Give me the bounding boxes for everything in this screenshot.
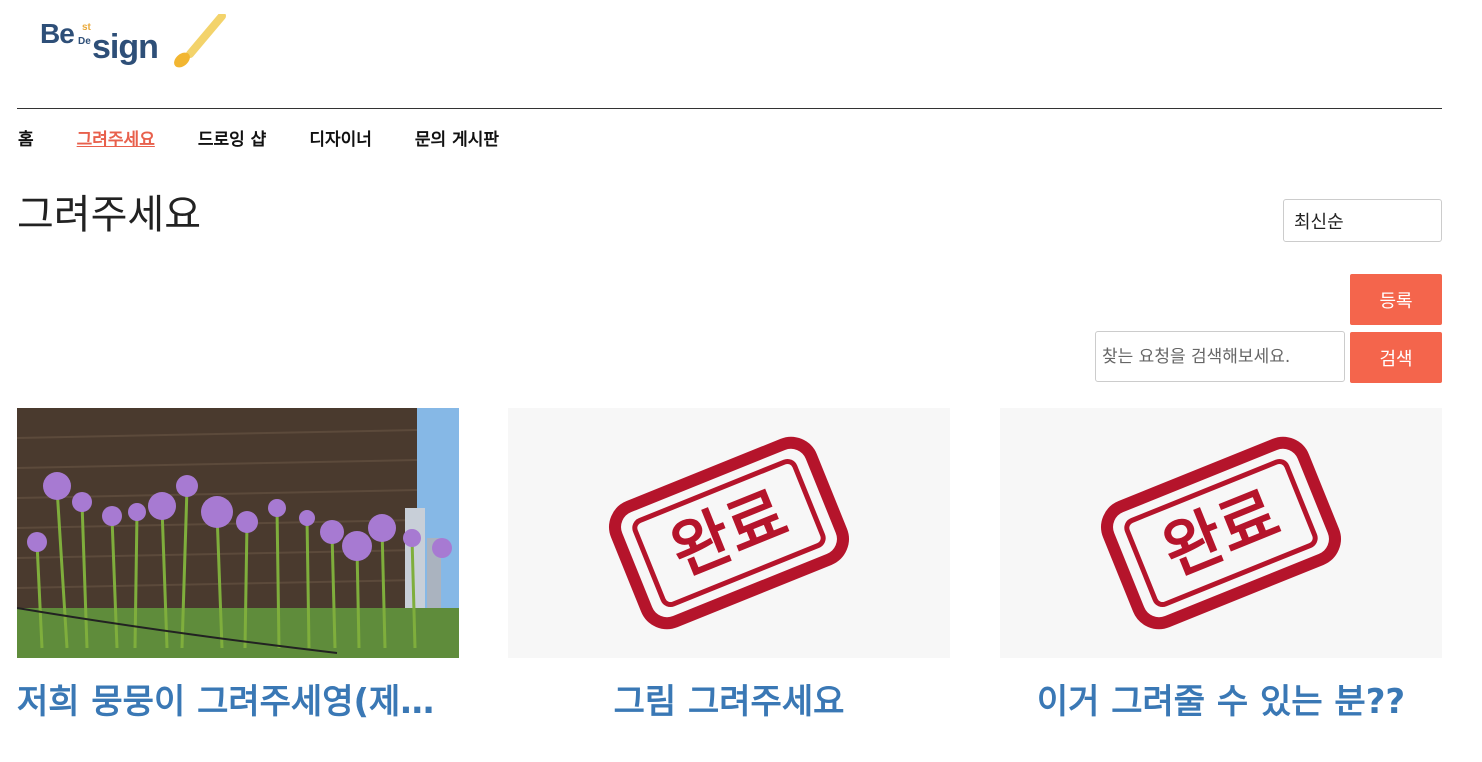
register-button[interactable]: 등록 xyxy=(1350,274,1442,325)
search-input[interactable] xyxy=(1095,331,1345,382)
request-card[interactable]: 완료 이거 그려줄 수 있는 분?? xyxy=(1000,408,1442,724)
sort-select[interactable]: 최신순 xyxy=(1283,199,1442,242)
main-nav: 홈 그려주세요 드로잉 샵 디자이너 문의 게시판 xyxy=(18,128,542,152)
card-title[interactable]: 그림 그려주세요 xyxy=(508,680,950,724)
logo-st: st xyxy=(82,22,91,33)
completed-stamp-icon: 완료 xyxy=(609,436,849,630)
nav-item-home[interactable]: 홈 xyxy=(18,128,34,152)
stamp-text: 완료 xyxy=(1153,478,1290,591)
nav-item-draw-request[interactable]: 그려주세요 xyxy=(77,128,155,152)
card-title[interactable]: 저희 뭉뭉이 그려주세영(제… xyxy=(17,680,459,724)
request-card[interactable]: 완료 그림 그려주세요 xyxy=(508,408,950,724)
page-title: 그려주세요 xyxy=(17,192,201,238)
flower-photo xyxy=(17,408,459,658)
logo-be: Be xyxy=(40,18,75,49)
header-divider xyxy=(17,108,1442,109)
paintbrush-icon xyxy=(174,14,226,68)
card-image-completed[interactable]: 완료 xyxy=(508,408,950,658)
request-card[interactable]: 저희 뭉뭉이 그려주세영(제… xyxy=(17,408,459,724)
card-image-flower[interactable] xyxy=(17,408,459,658)
site-logo[interactable]: Be st De sign xyxy=(40,14,230,70)
logo-de: De xyxy=(78,36,91,47)
nav-item-inquiry-board[interactable]: 문의 게시판 xyxy=(415,128,499,152)
completed-stamp-icon: 완료 xyxy=(1101,436,1341,630)
search-button[interactable]: 검색 xyxy=(1350,332,1442,383)
card-title[interactable]: 이거 그려줄 수 있는 분?? xyxy=(1000,680,1442,724)
nav-item-designers[interactable]: 디자이너 xyxy=(309,128,372,152)
card-image-completed[interactable]: 완료 xyxy=(1000,408,1442,658)
logo-sign: sign xyxy=(92,28,159,66)
nav-item-drawing-shop[interactable]: 드로잉 샵 xyxy=(198,128,266,152)
stamp-text: 완료 xyxy=(661,478,798,591)
